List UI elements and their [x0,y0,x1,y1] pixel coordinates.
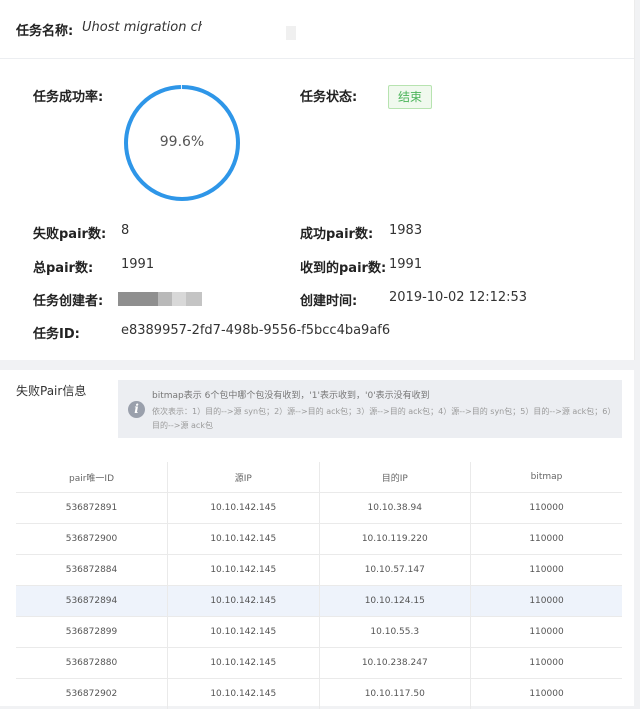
cell-dest-ip: 10.10.124.15 [319,586,471,617]
cell-source-ip: 10.10.142.145 [168,648,320,679]
created-time-value: 2019-10-02 12:12:53 [389,290,527,305]
info-icon: i [128,401,145,418]
creator-redacted [118,292,158,306]
cell-source-ip: 10.10.142.145 [168,617,320,648]
task-id-value: e8389957-2fd7-498b-9556-f5bcc4ba9af6 [121,323,390,338]
col-header-source-ip[interactable]: 源IP [168,462,320,493]
cell-pair-id: 536872891 [16,493,168,524]
table-row[interactable]: 536872891 10.10.142.145 10.10.38.94 1100… [16,493,622,524]
failed-pairs-value: 8 [121,223,129,238]
failed-pairs-title: 失败Pair信息 [16,382,86,399]
table-row-hovered[interactable]: 536872894 10.10.142.145 10.10.124.15 110… [16,586,622,617]
cell-pair-id: 536872902 [16,679,168,709]
creator-redacted-3 [172,292,186,306]
col-header-bitmap[interactable]: bitmap [471,462,623,493]
info-line-2: 依次表示：1）目的-->源 syn包；2）源-->目的 ack包；3）源-->目… [152,405,614,433]
task-name-edit-placeholder [286,26,296,40]
task-name-label: 任务名称: [16,20,73,39]
total-pairs-value: 1991 [121,257,154,272]
creator-redacted-4 [186,292,202,306]
table-row[interactable]: 536872902 10.10.142.145 10.10.117.50 110… [16,679,622,709]
cell-dest-ip: 10.10.117.50 [319,679,471,709]
info-line-1: bitmap表示 6个包中哪个包没有收到，'1'表示收到，'0'表示没有收到 [152,388,430,401]
status-badge: 结束 [388,85,432,109]
table-header-row: pair唯一ID 源IP 目的IP bitmap [16,462,622,493]
failed-pairs-label: 失败pair数: [33,223,106,242]
task-id-label: 任务ID: [33,323,80,342]
success-rate-text: 99.6% [123,134,241,150]
col-header-pair-id[interactable]: pair唯一ID [16,462,168,493]
cell-bitmap: 110000 [471,617,623,648]
total-pairs-label: 总pair数: [33,257,93,276]
cell-bitmap: 110000 [471,648,623,679]
cell-pair-id: 536872880 [16,648,168,679]
cell-source-ip: 10.10.142.145 [168,586,320,617]
creator-redacted-2 [158,292,172,306]
cell-dest-ip: 10.10.119.220 [319,524,471,555]
cell-dest-ip: 10.10.238.247 [319,648,471,679]
cell-pair-id: 536872900 [16,524,168,555]
table-row[interactable]: 536872900 10.10.142.145 10.10.119.220 11… [16,524,622,555]
table-row[interactable]: 536872880 10.10.142.145 10.10.238.247 11… [16,648,622,679]
failed-pairs-table: pair唯一ID 源IP 目的IP bitmap 536872891 10.10… [16,462,622,709]
cell-bitmap: 110000 [471,586,623,617]
success-pairs-label: 成功pair数: [300,223,373,242]
table-row[interactable]: 536872899 10.10.142.145 10.10.55.3 11000… [16,617,622,648]
received-pairs-label: 收到的pair数: [300,257,386,276]
success-pairs-value: 1983 [389,223,422,238]
cell-pair-id: 536872884 [16,555,168,586]
cell-dest-ip: 10.10.38.94 [319,493,471,524]
task-name-row: 任务名称: Uhost migration check [0,0,634,59]
creator-label: 任务创建者: [33,290,103,309]
cell-bitmap: 110000 [471,555,623,586]
cell-pair-id: 536872894 [16,586,168,617]
success-rate-label: 任务成功率: [33,86,103,105]
cell-source-ip: 10.10.142.145 [168,524,320,555]
cell-source-ip: 10.10.142.145 [168,493,320,524]
created-time-label: 创建时间: [300,290,357,309]
cell-bitmap: 110000 [471,679,623,709]
cell-bitmap: 110000 [471,524,623,555]
cell-source-ip: 10.10.142.145 [168,555,320,586]
cell-dest-ip: 10.10.57.147 [319,555,471,586]
cell-bitmap: 110000 [471,493,623,524]
received-pairs-value: 1991 [389,257,422,272]
cell-pair-id: 536872899 [16,617,168,648]
task-name-value: Uhost migration check [82,20,202,38]
cell-dest-ip: 10.10.55.3 [319,617,471,648]
cell-source-ip: 10.10.142.145 [168,679,320,709]
task-status-label: 任务状态: [300,86,357,105]
table-row[interactable]: 536872884 10.10.142.145 10.10.57.147 110… [16,555,622,586]
col-header-dest-ip[interactable]: 目的IP [319,462,471,493]
